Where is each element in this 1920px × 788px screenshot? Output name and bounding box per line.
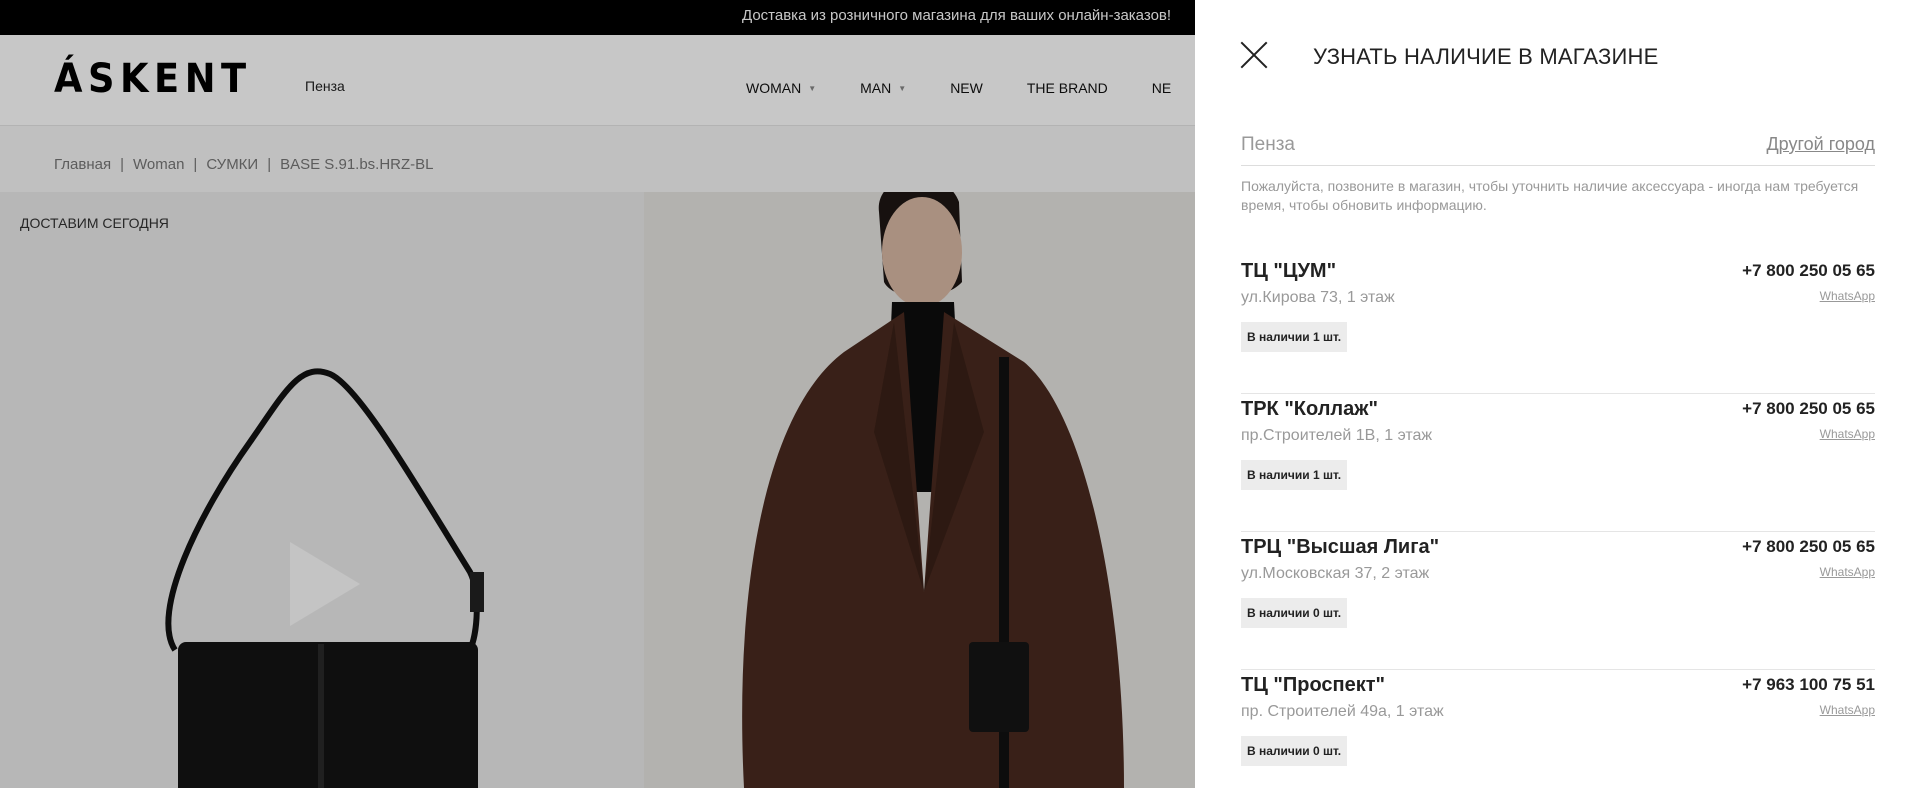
store-list: ТЦ "ЦУМ" ул.Кирова 73, 1 этаж В наличии … xyxy=(1241,256,1875,788)
stock-badge: В наличии 0 шт. xyxy=(1241,598,1348,628)
store-item: ТРЦ "Высшая Лига" ул.Московская 37, 2 эт… xyxy=(1241,532,1875,670)
store-name: ТЦ "ЦУМ" xyxy=(1241,260,1337,282)
stock-badge: В наличии 1 шт. xyxy=(1241,322,1348,352)
store-phone[interactable]: +7 800 250 05 65 xyxy=(1742,261,1875,281)
whatsapp-link[interactable]: WhatsApp xyxy=(1820,565,1875,579)
store-address: ул.Московская 37, 2 этаж xyxy=(1241,565,1430,582)
availability-notice: Пожалуйста, позвоните в магазин, чтобы у… xyxy=(1241,178,1859,213)
store-name: ТРК "Коллаж" xyxy=(1241,398,1378,420)
store-name: ТЦ "Проспект" xyxy=(1241,674,1386,696)
other-city-link[interactable]: Другой город xyxy=(1766,134,1875,155)
store-item: ТРК "Коллаж" пр.Строителей 1В, 1 этаж В … xyxy=(1241,394,1875,532)
panel-title: УЗНАТЬ НАЛИЧИЕ В МАГАЗИНЕ xyxy=(1313,44,1659,69)
close-icon[interactable] xyxy=(1239,40,1269,70)
store-address: пр.Строителей 1В, 1 этаж xyxy=(1241,427,1433,444)
store-name: ТРЦ "Высшая Лига" xyxy=(1241,536,1440,558)
whatsapp-link[interactable]: WhatsApp xyxy=(1820,427,1875,441)
store-availability-panel: УЗНАТЬ НАЛИЧИЕ В МАГАЗИНЕ Пенза Другой г… xyxy=(1195,0,1920,788)
product-page: Доставка из розничного магазина для ваши… xyxy=(0,0,1195,788)
current-city: Пенза xyxy=(1241,134,1295,155)
store-phone[interactable]: +7 800 250 05 65 xyxy=(1742,537,1875,557)
modal-backdrop[interactable] xyxy=(0,0,1195,788)
city-row: Пенза Другой город xyxy=(1241,128,1875,166)
store-address: пр. Строителей 49а, 1 этаж xyxy=(1241,703,1444,720)
stock-badge: В наличии 1 шт. xyxy=(1241,460,1348,490)
store-phone[interactable]: +7 800 250 05 65 xyxy=(1742,399,1875,419)
stock-badge: В наличии 0 шт. xyxy=(1241,736,1348,766)
store-phone[interactable]: +7 963 100 75 51 xyxy=(1742,675,1875,695)
store-address: ул.Кирова 73, 1 этаж xyxy=(1241,289,1395,306)
whatsapp-link[interactable]: WhatsApp xyxy=(1820,703,1875,717)
whatsapp-link[interactable]: WhatsApp xyxy=(1820,289,1875,303)
store-item: ТЦ "ЦУМ" ул.Кирова 73, 1 этаж В наличии … xyxy=(1241,256,1875,394)
store-item: ТЦ "Проспект" пр. Строителей 49а, 1 этаж… xyxy=(1241,670,1875,788)
